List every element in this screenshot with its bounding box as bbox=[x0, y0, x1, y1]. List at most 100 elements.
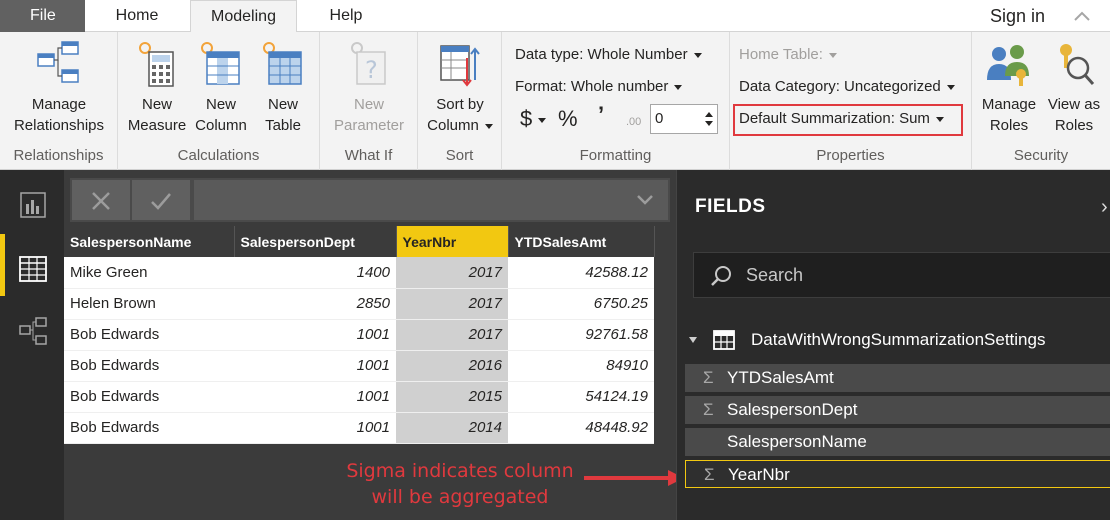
relationships-view-icon[interactable] bbox=[18, 316, 48, 346]
cell-ytd-sales-amt[interactable]: 84910 bbox=[508, 350, 654, 382]
field-name: YTDSalesAmt bbox=[727, 368, 834, 387]
data-table: SalespersonName SalespersonDept YearNbr … bbox=[64, 226, 655, 444]
annotation-arrow-icon bbox=[584, 470, 684, 486]
formula-input[interactable] bbox=[194, 180, 668, 220]
cell-ytd-sales-amt[interactable]: 6750.25 bbox=[508, 288, 654, 320]
sign-in-link[interactable]: Sign in bbox=[990, 0, 1045, 32]
cell-salesperson-name[interactable]: Mike Green bbox=[64, 257, 234, 289]
format-dropdown[interactable]: Format: Whole number bbox=[515, 78, 683, 95]
data-view-icon[interactable] bbox=[18, 254, 48, 284]
cell-salesperson-name[interactable]: Bob Edwards bbox=[64, 412, 234, 444]
field-name: YearNbr bbox=[728, 465, 790, 484]
sigma-icon: Σ bbox=[703, 368, 714, 387]
group-relationships: Manage Relationships Relationships bbox=[0, 32, 118, 170]
cell-salesperson-name[interactable]: Bob Edwards bbox=[64, 319, 234, 351]
sort-by-column-button[interactable]: Sort by Column bbox=[422, 40, 498, 136]
cell-ytd-sales-amt[interactable]: 48448.92 bbox=[508, 412, 654, 444]
manage-roles-button[interactable]: Manage Roles bbox=[976, 40, 1042, 136]
group-label-security: Security bbox=[1013, 147, 1069, 164]
decimal-places-spinner[interactable]: 0 bbox=[650, 104, 718, 134]
table-row: Helen Brown 2850 2017 6750.25 bbox=[64, 288, 654, 320]
tab-file[interactable]: File bbox=[0, 0, 85, 32]
group-what-if: ? New Parameter What If bbox=[320, 32, 418, 170]
check-icon bbox=[151, 193, 171, 210]
cell-salesperson-name[interactable]: Bob Edwards bbox=[64, 350, 234, 382]
cell-year-nbr[interactable]: 2014 bbox=[396, 412, 508, 444]
sigma-icon: Σ bbox=[704, 465, 715, 484]
field-item-salesperson-dept[interactable]: Σ SalespersonDept bbox=[685, 396, 1110, 424]
field-item-ytd-sales-amt[interactable]: Σ YTDSalesAmt bbox=[685, 364, 1110, 392]
cell-salesperson-dept[interactable]: 1001 bbox=[234, 319, 396, 351]
cell-year-nbr[interactable]: 2015 bbox=[396, 381, 508, 413]
column-header-ytd-sales-amt[interactable]: YTDSalesAmt bbox=[508, 226, 655, 257]
new-parameter-button[interactable]: ? New Parameter bbox=[328, 40, 410, 136]
cell-salesperson-name[interactable]: Bob Edwards bbox=[64, 381, 234, 413]
cell-salesperson-dept[interactable]: 1001 bbox=[234, 381, 396, 413]
new-measure-button[interactable]: New Measure bbox=[124, 40, 190, 136]
cell-ytd-sales-amt[interactable]: 42588.12 bbox=[508, 257, 654, 289]
cell-salesperson-dept[interactable]: 1001 bbox=[234, 412, 396, 444]
group-sort: Sort by Column Sort bbox=[418, 32, 502, 170]
data-category-dropdown[interactable]: Data Category: Uncategorized bbox=[739, 78, 955, 95]
cancel-formula-button[interactable] bbox=[72, 180, 130, 220]
table-name: DataWithWrongSummarizationSettings bbox=[751, 330, 1046, 349]
cell-salesperson-dept[interactable]: 1001 bbox=[234, 350, 396, 382]
cell-salesperson-dept[interactable]: 2850 bbox=[234, 288, 396, 320]
new-table-icon bbox=[263, 42, 302, 85]
column-header-salesperson-name[interactable]: SalespersonName bbox=[64, 226, 235, 257]
cell-year-nbr[interactable]: 2017 bbox=[396, 319, 508, 351]
sigma-icon: Σ bbox=[703, 400, 714, 419]
comma-button[interactable]: ’ bbox=[598, 102, 604, 128]
fields-search-input[interactable]: Search bbox=[693, 252, 1110, 298]
percent-button[interactable]: % bbox=[558, 106, 578, 132]
chevron-down-icon[interactable] bbox=[636, 193, 654, 207]
group-label-relationships: Relationships bbox=[13, 147, 104, 164]
active-view-indicator bbox=[0, 234, 5, 296]
currency-button[interactable]: $ bbox=[520, 106, 547, 132]
relationships-icon bbox=[37, 41, 79, 83]
group-label-properties: Properties bbox=[816, 147, 885, 164]
tab-help[interactable]: Help bbox=[310, 0, 382, 32]
cell-ytd-sales-amt[interactable]: 92761.58 bbox=[508, 319, 654, 351]
new-column-button[interactable]: New Column bbox=[190, 40, 252, 136]
group-label-calculations: Calculations bbox=[177, 147, 260, 164]
cell-year-nbr[interactable]: 2016 bbox=[396, 350, 508, 382]
group-label-formatting: Formatting bbox=[579, 147, 652, 164]
group-label-sort: Sort bbox=[445, 147, 474, 164]
group-properties: Home Table: Data Category: Uncategorized… bbox=[730, 32, 972, 170]
report-view-icon[interactable] bbox=[18, 190, 48, 220]
commit-formula-button[interactable] bbox=[132, 180, 190, 220]
expand-arrow-icon[interactable] bbox=[689, 337, 697, 343]
collapse-ribbon-icon[interactable] bbox=[1072, 8, 1092, 24]
manage-relationships-button[interactable]: Manage Relationships bbox=[8, 40, 110, 136]
annotation-callout: Sigma indicates column will be aggregate… bbox=[346, 460, 574, 508]
cell-salesperson-name[interactable]: Helen Brown bbox=[64, 288, 234, 320]
group-security: Manage Roles View as Roles Security bbox=[972, 32, 1110, 170]
data-type-dropdown[interactable]: Data type: Whole Number bbox=[515, 46, 702, 63]
table-row: Bob Edwards 1001 2015 54124.19 bbox=[64, 381, 654, 413]
new-table-button[interactable]: New Table bbox=[254, 40, 312, 136]
field-item-salesperson-name[interactable]: SalespersonName bbox=[685, 428, 1110, 456]
tab-modeling[interactable]: Modeling bbox=[190, 0, 297, 33]
spinner-up-icon[interactable] bbox=[705, 112, 713, 117]
summarization-highlight-box bbox=[733, 104, 963, 136]
collapse-pane-icon[interactable]: › bbox=[1101, 196, 1108, 219]
table-row: Bob Edwards 1001 2017 92761.58 bbox=[64, 319, 654, 351]
cell-year-nbr[interactable]: 2017 bbox=[396, 257, 508, 289]
field-item-year-nbr[interactable]: Σ YearNbr bbox=[685, 460, 1110, 488]
home-table-dropdown[interactable]: Home Table: bbox=[739, 46, 837, 63]
search-icon bbox=[711, 266, 731, 286]
spinner-down-icon[interactable] bbox=[705, 121, 713, 126]
column-header-year-nbr[interactable]: YearNbr bbox=[396, 226, 509, 257]
view-as-roles-button[interactable]: View as Roles bbox=[1042, 40, 1106, 136]
column-header-salesperson-dept[interactable]: SalespersonDept bbox=[234, 226, 397, 257]
table-row: Bob Edwards 1001 2016 84910 bbox=[64, 350, 654, 382]
roles-icon bbox=[987, 45, 1029, 86]
tab-home[interactable]: Home bbox=[96, 0, 178, 32]
field-name: SalespersonName bbox=[727, 432, 867, 451]
cell-ytd-sales-amt[interactable]: 54124.19 bbox=[508, 381, 654, 413]
cell-salesperson-dept[interactable]: 1400 bbox=[234, 257, 396, 289]
cell-year-nbr[interactable]: 2017 bbox=[396, 288, 508, 320]
table-header-row: SalespersonName SalespersonDept YearNbr … bbox=[64, 226, 655, 257]
table-row: Bob Edwards 1001 2014 48448.92 bbox=[64, 412, 654, 444]
